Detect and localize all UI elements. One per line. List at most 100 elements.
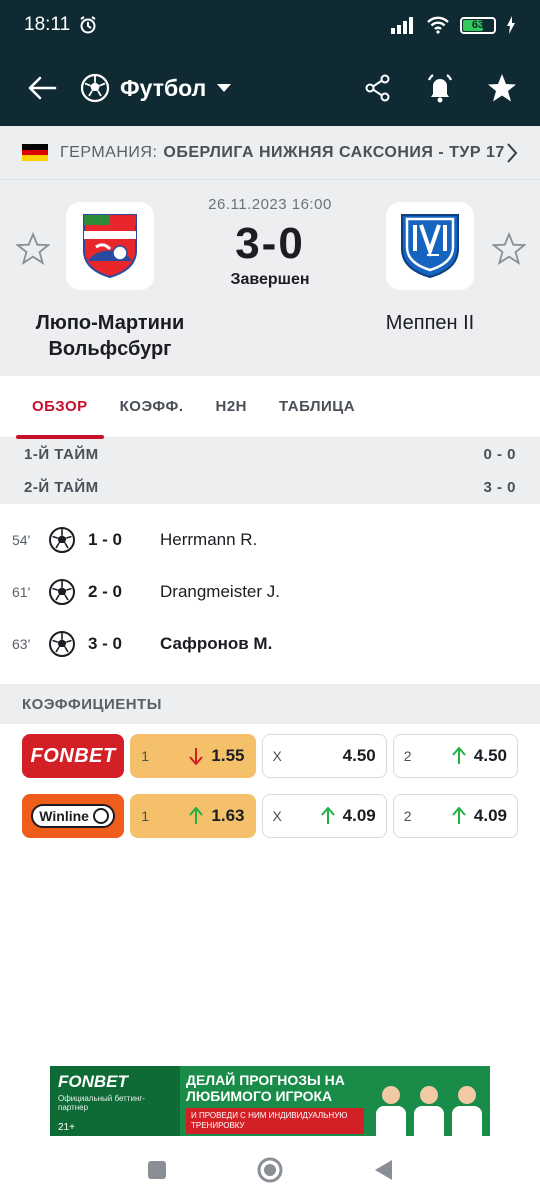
ad-banner[interactable]: FONBET Официальный беттинг-партнер 21+ Д… (50, 1066, 490, 1136)
half-label: 2-Й ТАЙМ (24, 479, 99, 496)
chevron-down-icon (217, 84, 232, 92)
odds-label: 2 (403, 808, 412, 824)
goal-event: 63' 3 - 0 Сафронов М. (0, 618, 540, 670)
bell-ring-icon (427, 74, 453, 103)
status-bar: 18:11 63 (0, 0, 540, 50)
app-bar: Футбол (0, 50, 540, 126)
ad-message: ДЕЛАЙ ПРОГНОЗЫ НА ЛЮБИМОГО ИГРОКА И ПРОВ… (180, 1066, 370, 1136)
football-icon (49, 631, 75, 657)
tab-h2h[interactable]: H2H (200, 376, 264, 438)
events-list: 54' 1 - 0 Herrmann R. 61' 2 - 0 Drangmei… (0, 504, 540, 684)
arrow-up-icon (452, 807, 466, 824)
sport-selector[interactable]: Футбол (80, 73, 232, 103)
star-outline-icon[interactable] (492, 232, 526, 266)
alarm-icon (80, 16, 96, 34)
away-team[interactable]: Меппен II (330, 202, 530, 336)
notifications-button[interactable] (420, 68, 460, 108)
event-player: Herrmann R. (160, 530, 258, 549)
chevron-right-icon (507, 142, 518, 163)
odds-value: 1.55 (211, 746, 245, 765)
battery-indicator: 63 (460, 16, 496, 34)
ad-brand-sub: Официальный беттинг-партнер (58, 1094, 145, 1112)
odds-cell[interactable]: 2 4.50 (392, 734, 518, 778)
wifi-icon (427, 16, 449, 34)
half-score: 3 - 0 (483, 479, 516, 496)
odds-cell[interactable]: 2 4.09 (392, 794, 518, 838)
match-header: Люпо-Мартини Вольфсбург 26.11.2023 16:00… (0, 180, 540, 376)
away-crest-icon (401, 214, 459, 279)
event-score: 3 - 0 (88, 634, 123, 653)
ad-cta: И ПРОВЕДИ С НИМ ИНДИВИДУАЛЬНУЮ ТРЕНИРОВК… (186, 1108, 364, 1134)
event-score: 1 - 0 (88, 530, 123, 549)
recent-apps-icon[interactable] (146, 1159, 168, 1181)
football-icon (49, 579, 75, 605)
home-team-logo (66, 202, 154, 290)
home-crest-icon (83, 214, 137, 279)
bookmaker-name: Winline (39, 808, 89, 824)
odds-cell[interactable]: 1 1.63 (130, 794, 256, 838)
sport-title: Футбол (120, 74, 207, 101)
favorite-button[interactable] (482, 68, 522, 108)
event-minute: 63' (12, 636, 31, 652)
half-row: 1-Й ТАЙМ 0 - 0 (0, 438, 540, 471)
ad-brand-block: FONBET Официальный беттинг-партнер 21+ (50, 1066, 180, 1136)
tab-table[interactable]: ТАБЛИЦА (263, 376, 371, 438)
odds-cell[interactable]: X 4.50 (261, 734, 387, 778)
odds-value: 4.50 (342, 746, 376, 765)
germany-flag-icon (22, 144, 48, 162)
league-name: ОБЕРЛИГА НИЖНЯЯ САКСОНИЯ - ТУР 17 (163, 143, 505, 161)
arrow-up-icon (320, 807, 335, 824)
ad-players-image (370, 1066, 490, 1136)
home-team-name: Люпо-Мартини Вольфсбург (35, 312, 185, 360)
ad-player-figure (376, 1086, 406, 1136)
winline-pill: Winline (31, 804, 115, 828)
odds-label: X (272, 748, 282, 764)
share-button[interactable] (358, 68, 398, 108)
odds-cell[interactable]: X 4.09 (261, 794, 387, 838)
away-team-name: Меппен II (385, 312, 475, 334)
odds-value: 1.63 (211, 806, 245, 825)
football-icon (49, 527, 75, 553)
half-label: 1-Й ТАЙМ (24, 446, 99, 463)
home-icon[interactable] (256, 1156, 284, 1184)
battery-level: 63 (471, 19, 485, 31)
back-nav-icon[interactable] (372, 1158, 394, 1182)
half-row: 2-Й ТАЙМ 3 - 0 (0, 471, 540, 504)
odds-section-title: КОЭФФИЦИЕНТЫ (0, 684, 540, 724)
arrow-up-icon (452, 747, 466, 764)
top-bar: 18:11 63 Футбол (0, 0, 540, 126)
bookmaker-fonbet-logo[interactable]: FONBET (22, 734, 125, 778)
event-minute: 54' (12, 532, 31, 548)
odds-value: 4.50 (473, 746, 507, 765)
league-country: ГЕРМАНИЯ: (60, 143, 158, 161)
ad-player-figure (452, 1086, 482, 1136)
league-bar[interactable]: ГЕРМАНИЯ: ОБЕРЛИГА НИЖНЯЯ САКСОНИЯ - ТУР… (0, 126, 540, 180)
half-score: 0 - 0 (483, 446, 516, 463)
odds-label: X (272, 808, 282, 824)
ad-age-rating: 21+ (58, 1122, 75, 1133)
goal-event: 54' 1 - 0 Herrmann R. (0, 514, 540, 566)
odds-value: 4.09 (473, 806, 507, 825)
event-score: 2 - 0 (88, 582, 123, 601)
away-team-logo (386, 202, 474, 290)
share-icon (365, 74, 390, 102)
ad-headline: ДЕЛАЙ ПРОГНОЗЫ НА ЛЮБИМОГО ИГРОКА (186, 1072, 345, 1104)
odds-row: FONBET 1 1.55 X 4.50 2 4.50 (22, 734, 518, 778)
odds-row: Winline 1 1.63 X 4.09 2 4.09 (22, 794, 518, 838)
arrow-down-icon (189, 748, 204, 765)
signal-icon (391, 17, 413, 34)
football-icon (80, 73, 110, 103)
bookmaker-winline-logo[interactable]: Winline (22, 794, 125, 838)
odds-label: 2 (403, 748, 412, 764)
arrow-left-icon (28, 76, 57, 100)
tab-bar: ОБЗОР КОЭФФ. H2H ТАБЛИЦА (0, 376, 540, 439)
tab-overview[interactable]: ОБЗОР (16, 376, 104, 439)
odds-label: 1 (141, 748, 150, 764)
odds-table: FONBET 1 1.55 X 4.50 2 4.50 Winline 1 1.… (0, 724, 540, 838)
back-button[interactable] (18, 64, 66, 112)
event-player: Сафронов М. (160, 634, 273, 653)
tab-odds[interactable]: КОЭФФ. (104, 376, 200, 438)
arrow-up-icon (189, 807, 204, 824)
halves-summary: 1-Й ТАЙМ 0 - 0 2-Й ТАЙМ 3 - 0 (0, 438, 540, 504)
odds-cell[interactable]: 1 1.55 (130, 734, 256, 778)
